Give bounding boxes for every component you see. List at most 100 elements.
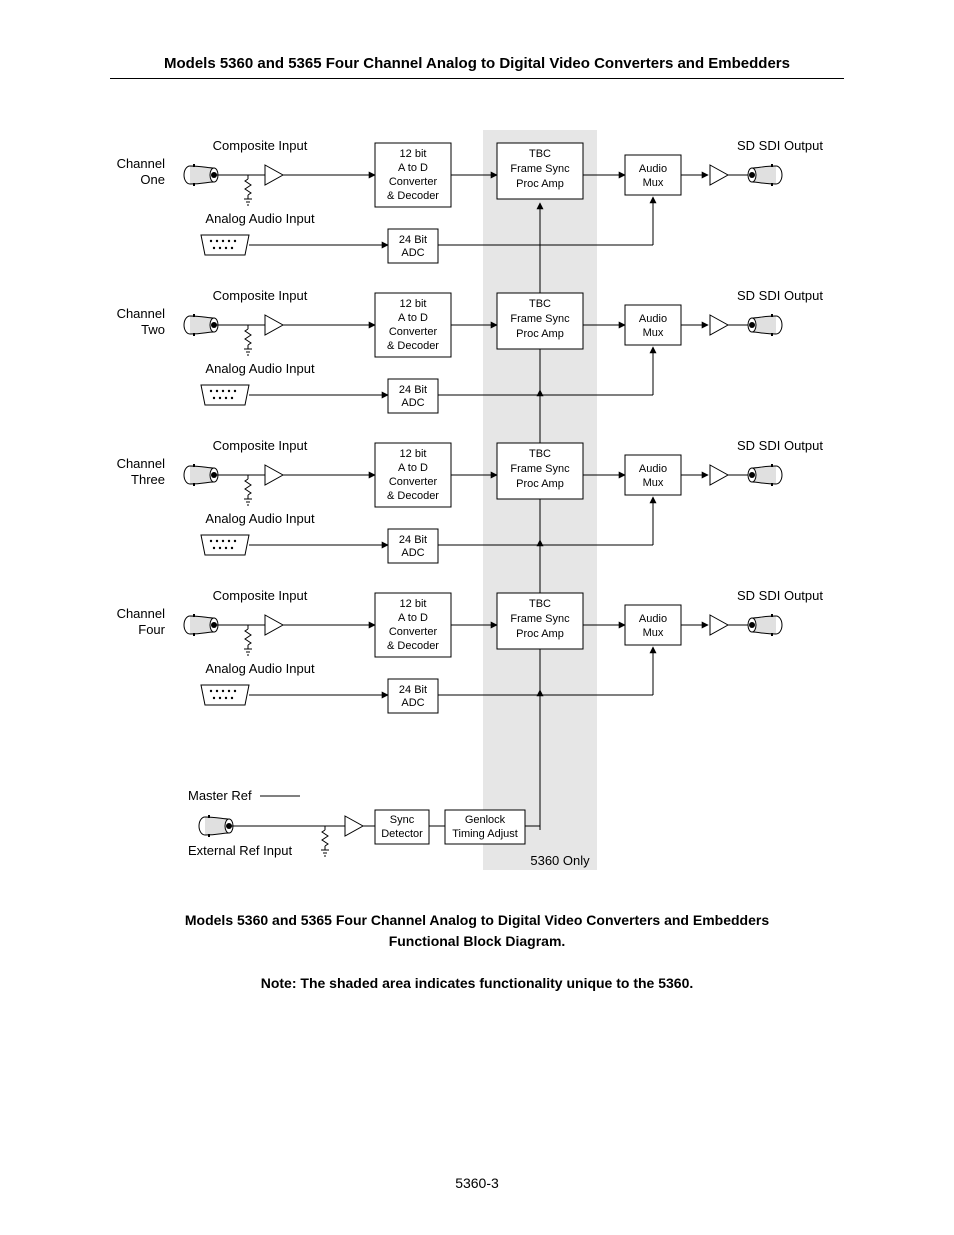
- composite-input-label: Composite Input: [213, 588, 308, 603]
- amp-icon: [265, 465, 283, 485]
- sdi-output-label: SD SDI Output: [737, 288, 823, 303]
- page-number: 5360-3: [0, 1175, 954, 1191]
- svg-text:One: One: [140, 172, 165, 187]
- bnc-output-icon: [748, 614, 782, 636]
- svg-text:Frame Sync: Frame Sync: [510, 313, 570, 325]
- svg-text:A to D: A to D: [398, 162, 428, 174]
- block-diagram: Composite Input 12 bit A to D Converter …: [0, 130, 954, 900]
- bnc-connector-icon: [184, 464, 218, 486]
- amp-icon: [265, 165, 283, 185]
- bnc-connector-icon: [184, 314, 218, 336]
- svg-text:Channel: Channel: [117, 456, 166, 471]
- svg-text:Mux: Mux: [643, 477, 664, 489]
- svg-text:Proc Amp: Proc Amp: [516, 628, 564, 640]
- resistor-icon: [244, 325, 252, 355]
- resistor-icon: [244, 625, 252, 655]
- audio-mux-box: [625, 155, 681, 195]
- svg-text:12 bit: 12 bit: [400, 448, 427, 460]
- svg-text:Frame Sync: Frame Sync: [510, 463, 570, 475]
- svg-text:A to D: A to D: [398, 312, 428, 324]
- sdi-output-label: SD SDI Output: [737, 138, 823, 153]
- svg-text:Converter: Converter: [389, 626, 438, 638]
- svg-text:Converter: Converter: [389, 326, 438, 338]
- amp-out-icon: [710, 165, 728, 185]
- bnc-output-icon: [748, 464, 782, 486]
- resistor-ref-icon: [321, 826, 329, 856]
- svg-text:ADC: ADC: [401, 247, 424, 259]
- bnc-ref-icon: [199, 815, 233, 837]
- amp-out-icon: [710, 315, 728, 335]
- svg-text:Channel: Channel: [117, 156, 166, 171]
- svg-text:12 bit: 12 bit: [400, 148, 427, 160]
- analog-audio-label: Analog Audio Input: [205, 661, 315, 676]
- audio-mux-box: [625, 305, 681, 345]
- svg-text:Proc Amp: Proc Amp: [516, 328, 564, 340]
- audio-mux-box: [625, 455, 681, 495]
- svg-text:24 Bit: 24 Bit: [399, 384, 427, 396]
- svg-text:A to D: A to D: [398, 612, 428, 624]
- svg-text:Two: Two: [141, 322, 165, 337]
- svg-text:Channel: Channel: [117, 306, 166, 321]
- page: Models 5360 and 5365 Four Channel Analog…: [0, 0, 954, 1235]
- svg-text:Master Ref: Master Ref: [188, 788, 252, 803]
- audio-connector-icon: [201, 235, 249, 255]
- svg-text:Detector: Detector: [381, 828, 423, 840]
- svg-text:Channel: Channel: [117, 606, 166, 621]
- svg-text:Audio: Audio: [639, 613, 667, 625]
- channel-three: Channel Three Composite Input 12 bit A t…: [117, 438, 824, 563]
- svg-text:Proc Amp: Proc Amp: [516, 478, 564, 490]
- resistor-icon: [244, 475, 252, 505]
- composite-input-label: Composite Input: [213, 288, 308, 303]
- svg-text:& Decoder: & Decoder: [387, 640, 439, 652]
- svg-text:Mux: Mux: [643, 327, 664, 339]
- audio-connector-icon: [201, 535, 249, 555]
- svg-text:Timing Adjust: Timing Adjust: [452, 828, 518, 840]
- sdi-output-label: SD SDI Output: [737, 438, 823, 453]
- analog-audio-label: Analog Audio Input: [205, 211, 315, 226]
- amp-ref-icon: [345, 816, 363, 836]
- svg-text:TBC: TBC: [529, 148, 551, 160]
- svg-text:Genlock: Genlock: [465, 814, 506, 826]
- analog-audio-label: Analog Audio Input: [205, 361, 315, 376]
- svg-text:ADC: ADC: [401, 697, 424, 709]
- channel-four: Channel Four Composite Input 12 bit A to…: [117, 588, 824, 713]
- bnc-connector-icon: [184, 614, 218, 636]
- note: Note: The shaded area indicates function…: [0, 975, 954, 991]
- page-header: Models 5360 and 5365 Four Channel Analog…: [110, 55, 844, 79]
- composite-input-label: Composite Input: [213, 438, 308, 453]
- bnc-output-icon: [748, 164, 782, 186]
- svg-text:& Decoder: & Decoder: [387, 340, 439, 352]
- svg-text:TBC: TBC: [529, 298, 551, 310]
- svg-text:Mux: Mux: [643, 627, 664, 639]
- svg-text:External Ref Input: External Ref Input: [188, 843, 292, 858]
- svg-text:Audio: Audio: [639, 163, 667, 175]
- svg-text:5360 Only: 5360 Only: [530, 853, 590, 868]
- svg-text:12 bit: 12 bit: [400, 298, 427, 310]
- svg-text:A to D: A to D: [398, 462, 428, 474]
- audio-mux-box: [625, 605, 681, 645]
- svg-text:& Decoder: & Decoder: [387, 190, 439, 202]
- bnc-connector-icon: [184, 164, 218, 186]
- svg-text:Frame Sync: Frame Sync: [510, 163, 570, 175]
- channel-two: Channel Two Composite Input 12 bit A to …: [117, 288, 824, 413]
- svg-text:Three: Three: [131, 472, 165, 487]
- amp-icon: [265, 315, 283, 335]
- svg-text:Converter: Converter: [389, 476, 438, 488]
- resistor-icon: [244, 175, 252, 205]
- audio-connector-icon: [201, 385, 249, 405]
- svg-text:Sync: Sync: [390, 814, 415, 826]
- svg-text:& Decoder: & Decoder: [387, 490, 439, 502]
- svg-text:Four: Four: [138, 622, 165, 637]
- analog-audio-label: Analog Audio Input: [205, 511, 315, 526]
- svg-text:24 Bit: 24 Bit: [399, 534, 427, 546]
- svg-text:24 Bit: 24 Bit: [399, 684, 427, 696]
- amp-out-icon: [710, 615, 728, 635]
- svg-text:ADC: ADC: [401, 547, 424, 559]
- channel-one: Channel One Composite Input 12 bit A to …: [117, 138, 824, 263]
- svg-text:Frame Sync: Frame Sync: [510, 613, 570, 625]
- sdi-output-label: SD SDI Output: [737, 588, 823, 603]
- svg-text:Proc Amp: Proc Amp: [516, 178, 564, 190]
- svg-text:Mux: Mux: [643, 177, 664, 189]
- amp-out-icon: [710, 465, 728, 485]
- svg-text:Audio: Audio: [639, 463, 667, 475]
